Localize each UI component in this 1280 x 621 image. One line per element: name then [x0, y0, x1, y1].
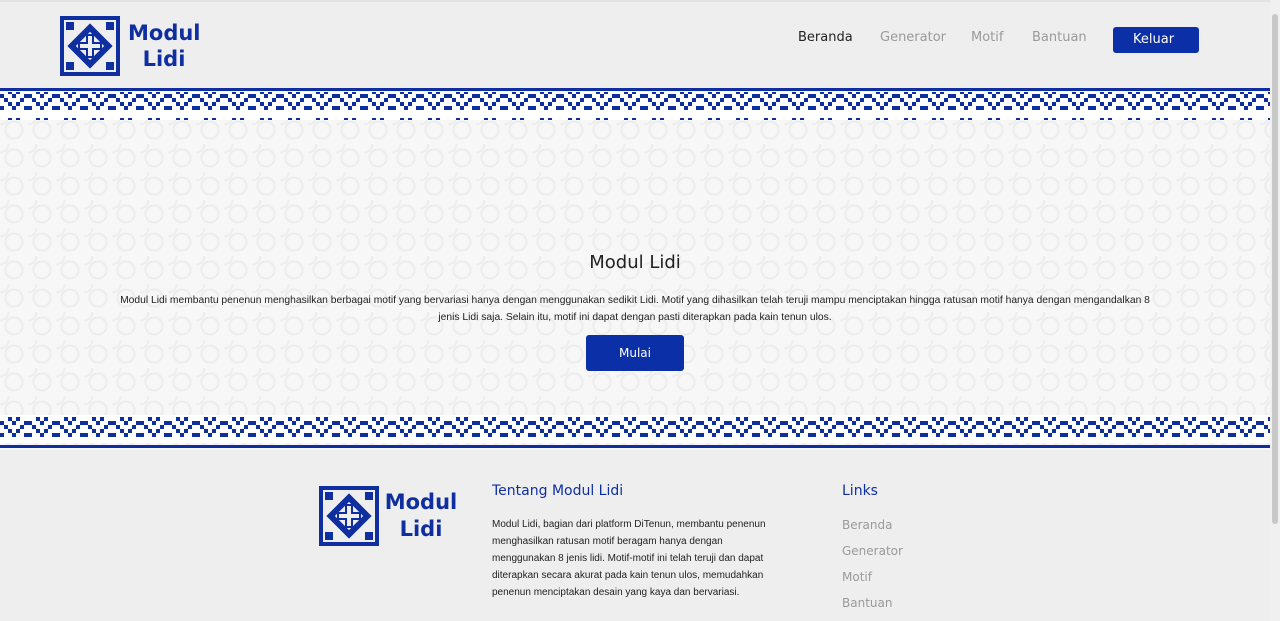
main-nav: Beranda Generator Motif Bantuan: [0, 30, 1270, 50]
page-scrollbar[interactable]: [1270, 0, 1280, 621]
header: Modul Lidi Beranda Generator Motif Bantu…: [0, 0, 1270, 90]
ulos-pattern-border-bottom: [0, 415, 1270, 448]
footer-link-motif[interactable]: Motif: [842, 570, 872, 584]
footer-link-generator[interactable]: Generator: [842, 544, 903, 558]
nav-motif[interactable]: Motif: [971, 30, 1003, 45]
ulos-motif-logo-icon: [319, 486, 379, 546]
about-text: Modul Lidi, bagian dari platform DiTenun…: [492, 519, 766, 598]
nav-beranda[interactable]: Beranda: [798, 30, 853, 45]
logout-arrow-icon: [1117, 34, 1129, 46]
footer-logo-text: Modul Lidi: [384, 490, 458, 541]
scrollbar-thumb[interactable]: [1272, 14, 1278, 524]
footer-logo[interactable]: Modul Lidi: [319, 486, 469, 546]
hero-description: Modul Lidi membantu penenun menghasilkan…: [120, 295, 1150, 323]
logout-button[interactable]: Keluar: [1113, 27, 1199, 53]
footer: Modul Lidi Tentang Modul Lidi Modul Lidi…: [0, 450, 1270, 621]
nav-generator[interactable]: Generator: [880, 30, 946, 45]
footer-link-bantuan[interactable]: Bantuan: [842, 596, 892, 610]
nav-bantuan[interactable]: Bantuan: [1032, 30, 1087, 45]
logout-label: Keluar: [1133, 32, 1175, 47]
about-title: Tentang Modul Lidi: [492, 483, 624, 499]
hero-title: Modul Lidi: [589, 252, 681, 273]
start-button[interactable]: Mulai: [586, 335, 684, 371]
links-title: Links: [842, 483, 878, 499]
ulos-pattern-border-top: [0, 88, 1270, 120]
footer-link-beranda[interactable]: Beranda: [842, 518, 892, 532]
hero-section: Modul Lidi Modul Lidi membantu penenun m…: [0, 88, 1270, 450]
